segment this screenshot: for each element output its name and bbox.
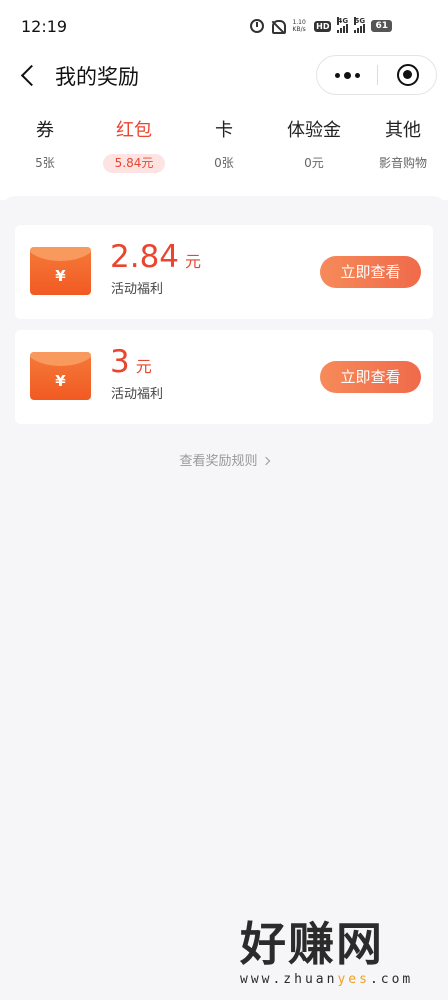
red-envelope-icon: ¥ <box>30 352 91 400</box>
chevron-right-icon <box>261 456 270 466</box>
reward-rules-link[interactable]: 查看奖励规则 <box>0 450 448 469</box>
signal-5g-label: 5G <box>354 16 366 25</box>
more-dot-icon <box>354 72 360 78</box>
signal-4g-icon: 4G <box>337 16 349 33</box>
alarm-icon <box>250 19 265 33</box>
net-speed: 1.10 KB/s <box>290 19 308 33</box>
page-title: 我的奖励 <box>55 65 139 89</box>
header-area: 12:19 1.10 KB/s HD 4G 5G 61 我的奖励 券 5张 红包… <box>0 0 448 200</box>
reward-card: ¥ 3 元 活动福利 立即查看 <box>15 330 433 424</box>
status-time: 12:19 <box>21 17 68 36</box>
tab-label: 卡 <box>215 120 233 141</box>
watermark-url-suffix: .com <box>369 972 414 987</box>
watermark-url: www.zhuanyes.com <box>240 972 413 987</box>
watermark-url-prefix: www.zhuan <box>240 972 338 987</box>
reward-amount: 3 元 <box>110 344 152 380</box>
capsule-divider <box>377 65 378 85</box>
close-miniapp-icon[interactable] <box>397 64 419 86</box>
tab-label: 红包 <box>116 120 152 141</box>
battery-icon: 61 <box>371 20 392 32</box>
reward-card: ¥ 2.84 元 活动福利 立即查看 <box>15 225 433 319</box>
amount-unit: 元 <box>185 252 202 271</box>
more-dot-icon <box>334 72 340 78</box>
watermark-url-highlight: yes <box>337 972 370 987</box>
tab-coupons[interactable]: 券 5张 <box>0 118 90 173</box>
tab-red-packets[interactable]: 红包 5.84元 <box>89 118 179 173</box>
tab-count: 0张 <box>214 156 234 170</box>
watermark: 好赚网 www.zhuanyes.com <box>236 916 446 1000</box>
more-dot-icon <box>343 71 351 79</box>
tab-label: 其他 <box>385 120 421 141</box>
tab-count: 5.84元 <box>102 154 166 173</box>
hd-badge: HD <box>314 20 332 32</box>
rewards-panel: ¥ 2.84 元 活动福利 立即查看 ¥ 3 元 活动福利 立即查看 查看奖励规… <box>0 196 448 1000</box>
reward-description: 活动福利 <box>111 282 164 297</box>
view-now-button[interactable]: 立即查看 <box>320 361 421 393</box>
reward-description: 活动福利 <box>111 387 164 402</box>
back-arrow-icon[interactable] <box>18 62 42 90</box>
amount-value: 3 <box>110 344 130 380</box>
tab-trial-funds[interactable]: 体验金 0元 <box>269 118 359 173</box>
rules-link-label: 查看奖励规则 <box>179 454 258 469</box>
signal-5g-icon: 5G <box>354 16 366 33</box>
status-icons: 1.10 KB/s HD 4G 5G 61 <box>250 16 392 34</box>
tab-count: 5张 <box>35 156 55 170</box>
tab-cards[interactable]: 卡 0张 <box>179 118 269 173</box>
amount-unit: 元 <box>135 357 152 376</box>
miniapp-capsule <box>316 55 437 95</box>
more-menu-button[interactable] <box>317 56 377 94</box>
net-speed-value: 1.10 <box>292 19 306 26</box>
reward-amount: 2.84 元 <box>110 239 201 275</box>
net-speed-unit: KB/s <box>292 26 306 33</box>
status-bar: 12:19 1.10 KB/s HD 4G 5G 61 <box>0 0 448 52</box>
yen-symbol: ¥ <box>55 372 66 390</box>
mute-bell-icon <box>270 19 287 34</box>
tab-count: 影音购物 <box>378 156 427 170</box>
tab-label: 体验金 <box>287 120 341 141</box>
red-envelope-icon: ¥ <box>30 247 91 295</box>
tab-count: 0元 <box>304 156 324 170</box>
amount-value: 2.84 <box>110 239 180 275</box>
yen-symbol: ¥ <box>55 267 66 285</box>
tab-label: 券 <box>36 120 54 141</box>
tab-other[interactable]: 其他 影音购物 <box>358 118 448 173</box>
view-now-button[interactable]: 立即查看 <box>320 256 421 288</box>
watermark-logo: 好赚网 <box>240 917 384 971</box>
signal-4g-label: 4G <box>337 16 349 25</box>
